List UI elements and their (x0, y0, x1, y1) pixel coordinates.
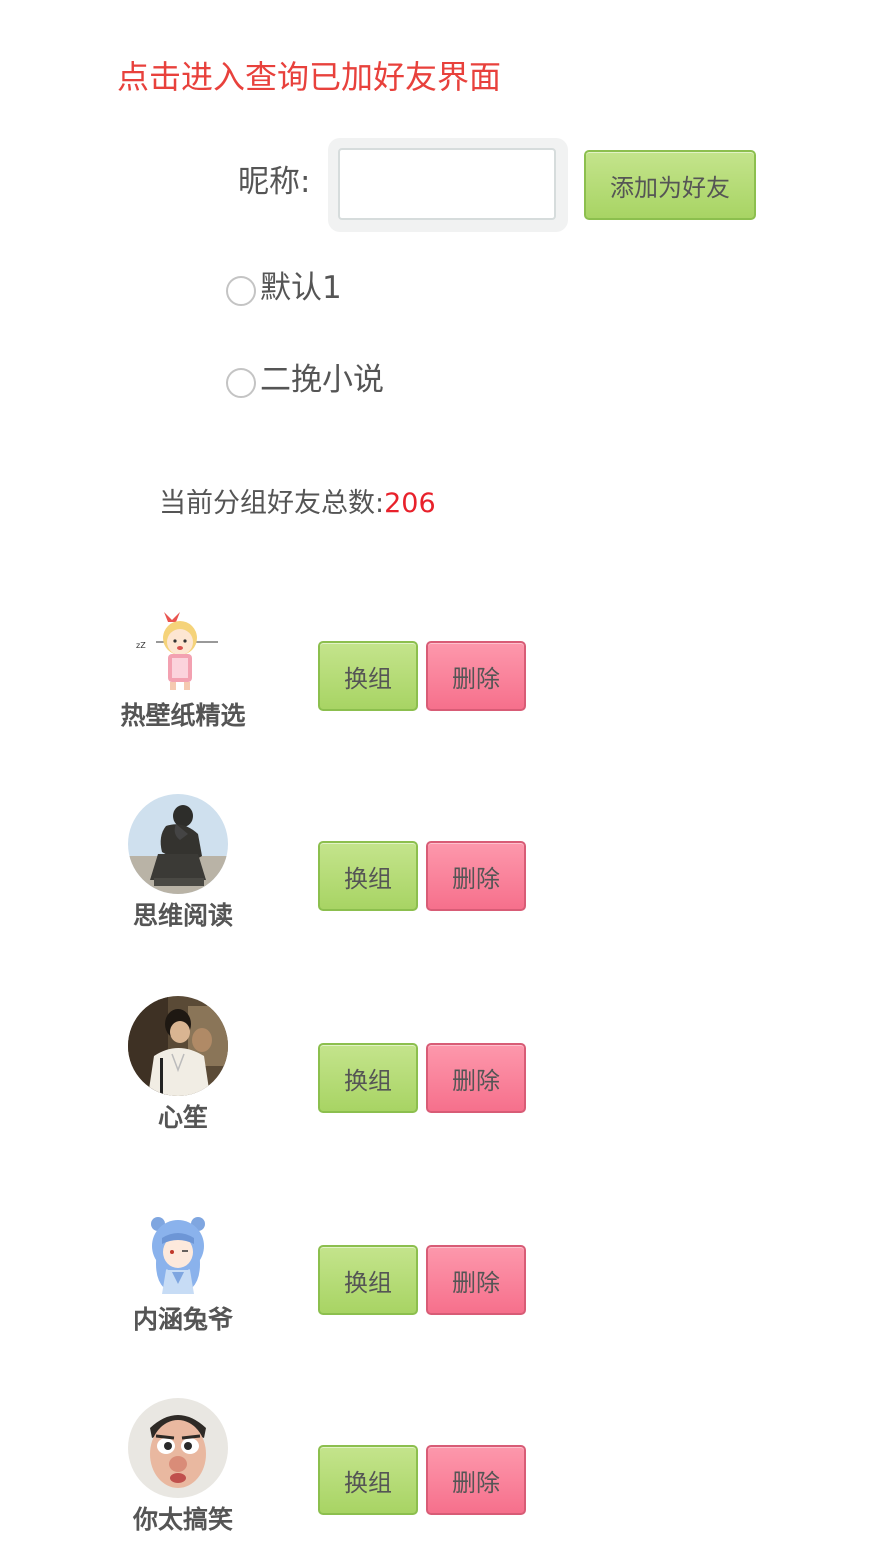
group-radio-novel[interactable]: 二挽小说 (226, 358, 384, 402)
group-radio-label: 二挽小说 (260, 362, 384, 398)
radio-circle-icon[interactable] (226, 368, 256, 398)
thinker-statue-avatar-icon (128, 794, 228, 894)
friend-item: 你太搞笑 换组 删除 (0, 1398, 872, 1568)
couple-photo-avatar-icon (128, 996, 228, 1096)
group-total-line: 当前分组好友总数:206 (159, 484, 436, 524)
change-group-button[interactable]: 换组 (318, 1245, 418, 1315)
delete-friend-button[interactable]: 删除 (426, 841, 526, 911)
delete-friend-button[interactable]: 删除 (426, 641, 526, 711)
friend-name: 你太搞笑 (132, 1505, 233, 1534)
radio-circle-icon[interactable] (226, 276, 256, 306)
anime-girl-avatar-icon: zZ (128, 594, 228, 694)
friend-item: 内涵兔爷 换组 删除 (0, 1198, 872, 1368)
friend-item: 心笙 换组 删除 (0, 996, 872, 1166)
caricature-face-avatar-icon (128, 1398, 228, 1498)
add-friend-button[interactable]: 添加为好友 (584, 150, 756, 220)
delete-friend-button[interactable]: 删除 (426, 1043, 526, 1113)
query-friends-link[interactable]: 点击进入查询已加好友界面 (117, 54, 501, 100)
change-group-button[interactable]: 换组 (318, 1445, 418, 1515)
friend-name: 心笙 (157, 1103, 208, 1132)
friend-name: 内涵兔爷 (132, 1305, 233, 1334)
svg-text:zZ: zZ (136, 641, 146, 650)
friend-name: 思维阅读 (132, 901, 233, 930)
friend-name: 热壁纸精选 (120, 701, 246, 730)
group-radio-default[interactable]: 默认1 (226, 266, 342, 310)
friend-item: 思维阅读 换组 删除 (0, 794, 872, 964)
blue-hair-girl-avatar-icon (128, 1198, 228, 1298)
group-total-count: 206 (384, 488, 436, 519)
change-group-button[interactable]: 换组 (318, 1043, 418, 1113)
group-radio-label: 默认1 (260, 270, 342, 306)
delete-friend-button[interactable]: 删除 (426, 1245, 526, 1315)
change-group-button[interactable]: 换组 (318, 841, 418, 911)
nickname-input[interactable] (338, 148, 556, 220)
change-group-button[interactable]: 换组 (318, 641, 418, 711)
delete-friend-button[interactable]: 删除 (426, 1445, 526, 1515)
group-total-label: 当前分组好友总数: (159, 488, 385, 519)
nickname-label: 昵称: (238, 164, 311, 200)
friend-item: zZ 热壁纸精选 换组 删除 (0, 594, 872, 764)
